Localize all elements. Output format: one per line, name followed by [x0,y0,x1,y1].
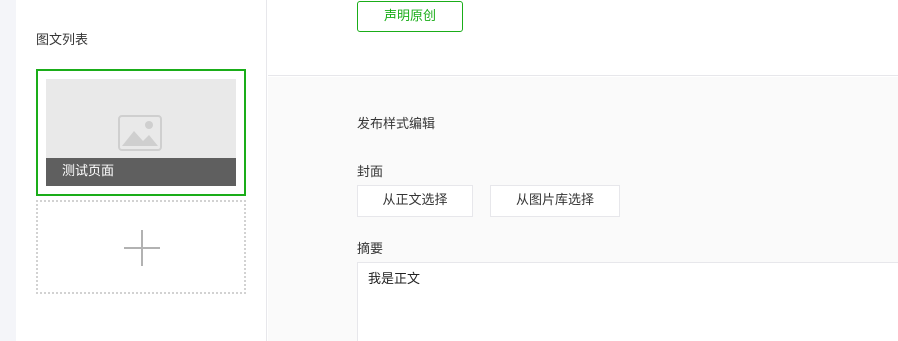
plus-icon-vertical [141,230,143,266]
top-section: 声明原创 [268,0,898,76]
declare-original-button[interactable]: 声明原创 [357,1,463,32]
add-article-button[interactable] [36,200,246,294]
select-from-library-button[interactable]: 从图片库选择 [490,185,620,217]
summary-textarea[interactable]: 我是正文 [357,262,898,341]
editor-page: 图文列表 测试页面 声明原创 发布样式编辑 封面 从正文选择 从图片库选择 摘要… [0,0,898,341]
left-gutter [0,0,16,341]
cover-label: 封面 [357,165,384,180]
select-from-body-button[interactable]: 从正文选择 [357,185,473,217]
edit-panel: 声明原创 发布样式编辑 封面 从正文选择 从图片库选择 摘要 我是正文 [268,0,898,341]
image-placeholder-icon [118,115,162,151]
article-list-sidebar: 图文列表 测试页面 [16,0,267,341]
article-title: 测试页面 [46,158,236,186]
sidebar-title: 图文列表 [36,33,89,48]
article-card-selected[interactable]: 测试页面 [36,69,246,196]
article-cover: 测试页面 [46,79,236,186]
summary-label: 摘要 [357,242,384,257]
publish-style-heading: 发布样式编辑 [357,117,436,132]
